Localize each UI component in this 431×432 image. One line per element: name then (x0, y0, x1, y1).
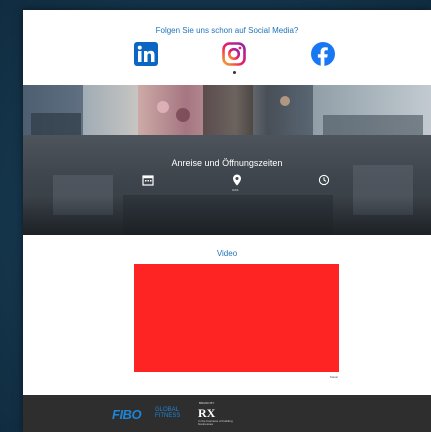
calendar-icon[interactable] (142, 173, 154, 186)
social-media-section: Folgen Sie uns schon auf Social Media? (23, 10, 431, 85)
event-photo-banner (23, 85, 431, 135)
location-caption: OAS (232, 188, 239, 192)
video-section: Video Kanal (23, 235, 431, 395)
video-title: Video (216, 249, 238, 258)
video-caption: Kanal (330, 375, 338, 379)
opening-hours-title: Anreise und Öffnungszeiten (171, 158, 283, 168)
carousel-dot[interactable] (233, 71, 236, 74)
fibo-logo[interactable]: FIBO (112, 407, 142, 422)
content-card: Folgen Sie uns schon auf Social Media? A… (23, 10, 431, 432)
social-title: Folgen Sie uns schon auf Social Media? (155, 26, 299, 35)
instagram-icon[interactable] (222, 42, 246, 66)
social-icons (23, 42, 431, 68)
clock-icon[interactable] (318, 173, 330, 186)
video-player[interactable] (134, 264, 339, 372)
linkedin-icon[interactable] (134, 42, 158, 66)
rx-tagline: In the business of building businesses (198, 419, 233, 426)
fibo-tagline: GLOBAL FITNESS (155, 407, 180, 419)
fibo-tagline-line-2: FITNESS (155, 413, 181, 419)
facebook-icon[interactable] (311, 42, 335, 66)
rx-brand-by: BRAND BY (199, 401, 215, 405)
footer: FIBO GLOBAL FITNESS BRAND BY RX In the b… (23, 395, 431, 432)
location-pin-icon[interactable] (231, 173, 243, 186)
opening-hours-section: Anreise und Öffnungszeiten OAS (23, 135, 431, 235)
